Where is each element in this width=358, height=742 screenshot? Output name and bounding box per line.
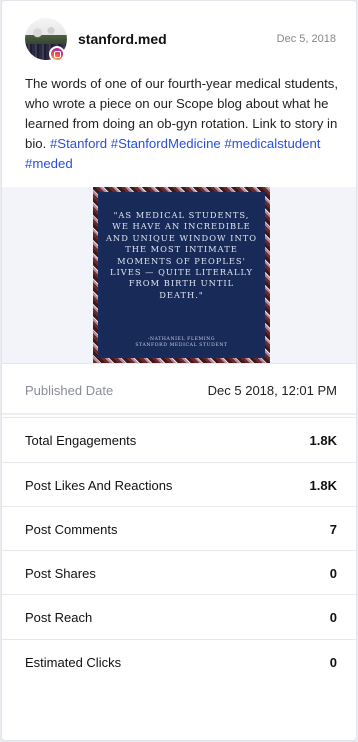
instagram-icon — [49, 46, 65, 62]
metric-row-post-comments: Post Comments 7 — [2, 506, 356, 550]
quote-text: "AS MEDICAL STUDENTS, WE HAVE AN INCREDI… — [105, 210, 258, 300]
username[interactable]: stanford.med — [78, 31, 167, 47]
post-header: stanford.med Dec 5, 2018 — [2, 1, 356, 71]
metric-label: Post Comments — [25, 522, 118, 537]
metric-value: 1.8K — [309, 433, 337, 448]
metric-row-post-shares: Post Shares 0 — [2, 550, 356, 594]
metric-row-post-reach: Post Reach 0 — [2, 594, 356, 638]
published-date-label: Published Date — [25, 383, 114, 398]
caption-hashtags[interactable]: #Stanford #StanfordMedicine #medicalstud… — [25, 136, 320, 171]
metric-label: Estimated Clicks — [25, 655, 122, 670]
metric-label: Post Shares — [25, 566, 96, 581]
metric-row-post-likes: Post Likes And Reactions 1.8K — [2, 462, 356, 506]
metric-row-estimated-clicks: Estimated Clicks 0 — [2, 639, 356, 683]
metric-value: 0 — [329, 610, 337, 625]
metric-label: Post Reach — [25, 610, 93, 625]
metric-value: 1.8K — [309, 478, 337, 493]
post-caption: The words of one of our fourth-year medi… — [25, 74, 343, 174]
metric-label: Total Engagements — [25, 433, 137, 448]
metric-value: 7 — [329, 522, 337, 537]
post-image[interactable]: "AS MEDICAL STUDENTS, WE HAVE AN INCREDI… — [93, 187, 270, 363]
post-card: stanford.med Dec 5, 2018 The words of on… — [1, 0, 357, 741]
metric-value: 0 — [329, 655, 337, 670]
metric-value: 0 — [329, 566, 337, 581]
metric-label: Post Likes And Reactions — [25, 478, 173, 493]
published-date-row: Published Date Dec 5 2018, 12:01 PM — [2, 363, 356, 415]
published-date-value: Dec 5 2018, 12:01 PM — [207, 383, 337, 398]
post-date: Dec 5, 2018 — [276, 33, 336, 45]
metric-row-total-engagements: Total Engagements 1.8K — [2, 417, 356, 461]
quote-attribution: -NATHANIEL FLEMING STANFORD MEDICAL STUD… — [105, 337, 258, 349]
attribution-role: STANFORD MEDICAL STUDENT — [135, 343, 228, 348]
